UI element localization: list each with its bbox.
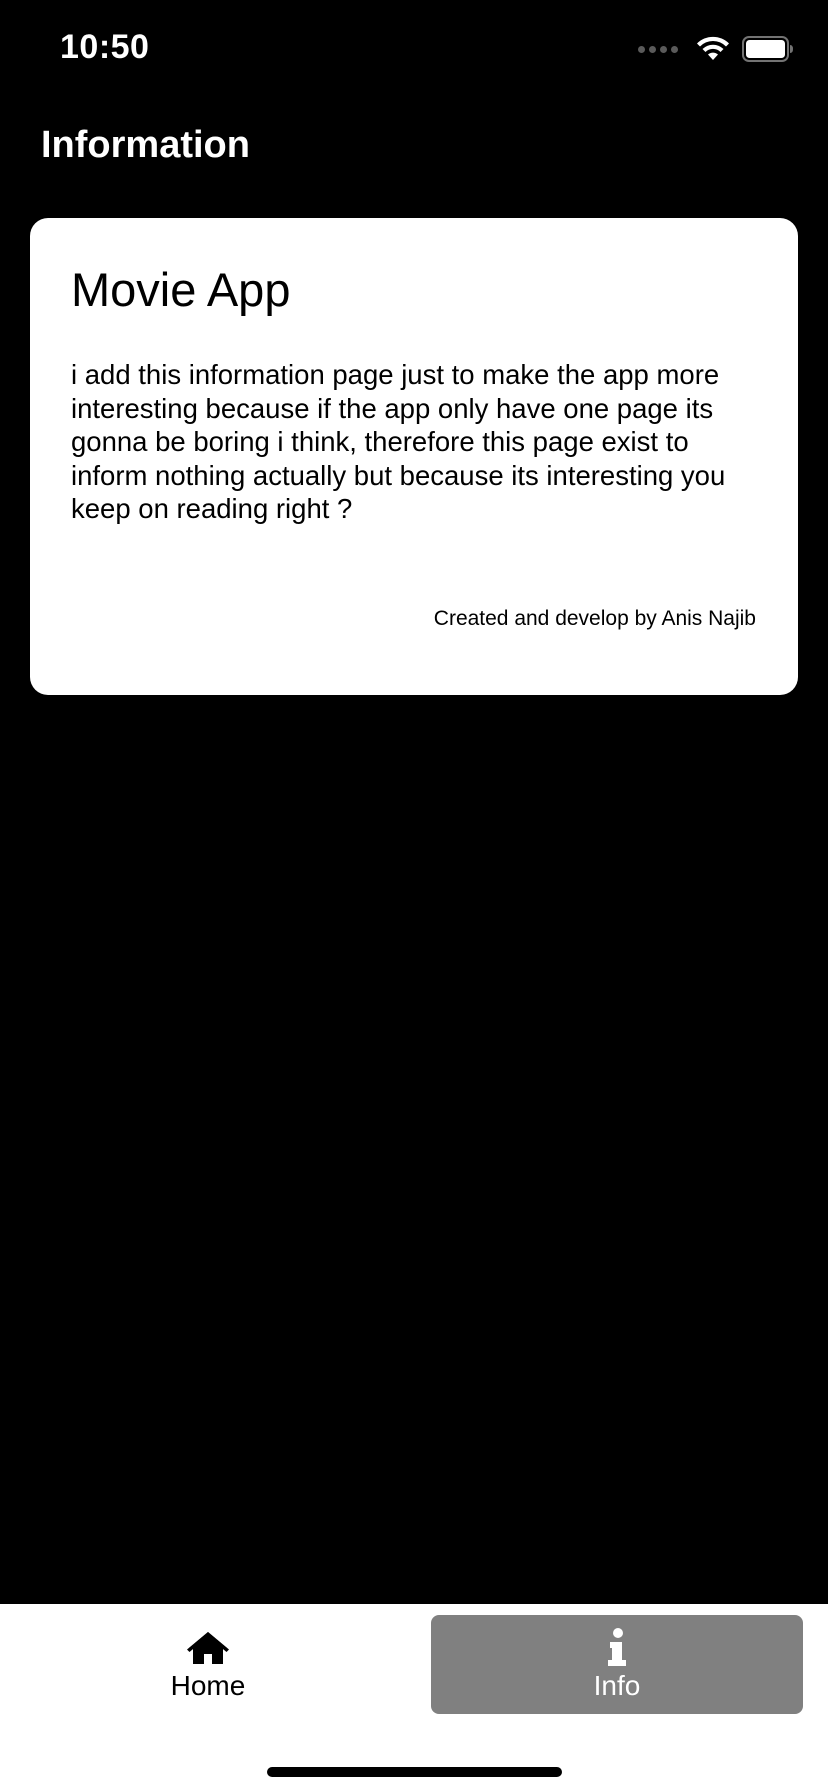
home-indicator[interactable] [267,1767,562,1777]
info-card: Movie App i add this information page ju… [30,218,798,695]
status-icons [638,36,794,62]
status-bar: 10:50 [0,0,828,100]
tab-bar: Home Info [0,1604,828,1792]
page-title: Information [41,124,250,166]
status-time: 10:50 [60,28,150,66]
tab-home-label: Home [170,1669,246,1701]
card-body-text: i add this information page just to make… [71,359,726,524]
signal-dots-icon [638,45,678,53]
home-icon [187,1628,229,1666]
tab-home[interactable]: Home [22,1615,394,1714]
tab-info[interactable]: Info [431,1615,803,1714]
battery-icon [742,36,793,62]
info-icon [607,1627,627,1666]
wifi-icon [697,36,729,60]
tab-info-label: Info [593,1669,641,1701]
card-credit: Created and develop by Anis Najib [433,607,756,630]
card-title: Movie App [71,263,291,316]
